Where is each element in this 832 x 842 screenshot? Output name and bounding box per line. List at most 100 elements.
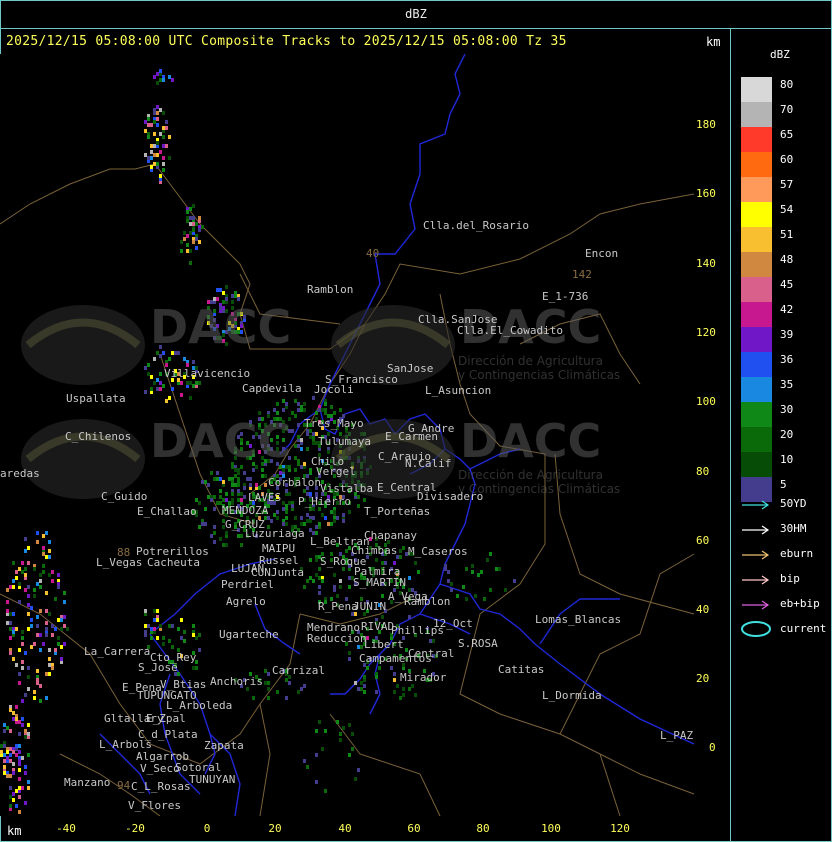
track-legend-item[interactable]: eburn (740, 547, 830, 561)
track-legend-item[interactable]: eb+bip (740, 597, 830, 611)
place-label[interactable]: Mirador (400, 671, 446, 684)
legend-label: 10 (780, 453, 794, 466)
place-label[interactable]: Tres_Mayo (304, 417, 364, 430)
place-label[interactable]: Tulumaya (318, 435, 371, 448)
echo-pixel (12, 750, 15, 754)
place-label[interactable]: 12_Oct (433, 617, 473, 630)
echo-pixel (9, 585, 12, 589)
place-label[interactable]: Anchoris (210, 675, 263, 688)
place-label[interactable]: LAVES (248, 491, 281, 504)
echo-pixel (225, 492, 228, 496)
place-label[interactable]: Capdevila (242, 382, 302, 395)
echo-pixel (354, 777, 357, 781)
track-legend-item[interactable]: bip (740, 572, 830, 586)
echo-pixel (18, 777, 21, 781)
place-label[interactable]: Ramblon (307, 283, 353, 296)
echo-pixel (183, 237, 186, 241)
place-label[interactable]: aredas (0, 467, 40, 480)
place-label[interactable]: SanJose (387, 362, 433, 375)
place-label[interactable]: E_1-736 (542, 290, 588, 303)
place-label[interactable]: Libert (364, 638, 404, 651)
place-label[interactable]: TUNUYAN (189, 773, 235, 786)
place-label[interactable]: Clla.El_Cowadito (457, 324, 563, 337)
place-label[interactable]: Agrelo (226, 595, 266, 608)
echo-pixel (348, 576, 351, 580)
place-label[interactable]: R_Pena (318, 600, 358, 613)
echo-pixel (180, 393, 183, 397)
place-label[interactable]: M_Caseros (408, 545, 468, 558)
place-label[interactable]: S_MARTIN (353, 576, 406, 589)
echo-pixel (282, 408, 285, 412)
echo-pixel (156, 162, 159, 166)
echo-pixel (234, 291, 237, 295)
place-label[interactable]: Clla.del_Rosario (423, 219, 529, 232)
place-label[interactable]: N.Calif (405, 457, 451, 470)
echo-pixel (276, 690, 279, 694)
echo-pixel (186, 210, 189, 214)
echo-pixel (288, 492, 291, 496)
echo-pixel (27, 786, 30, 790)
echo-pixel (306, 519, 309, 523)
place-label[interactable]: Chapanay (364, 529, 417, 542)
place-label[interactable]: Corbalon (268, 476, 321, 489)
place-label[interactable]: Villavicencio (164, 367, 250, 380)
echo-pixel (0, 750, 3, 754)
place-label[interactable]: P_Hierro (298, 495, 351, 508)
place-label[interactable]: C_Guido (101, 490, 147, 503)
place-label[interactable]: Cacheuta (147, 556, 200, 569)
place-label[interactable]: L_Dormida (542, 689, 602, 702)
track-legend-item[interactable]: 30HM (740, 522, 830, 536)
place-label[interactable]: Vergel (316, 465, 356, 478)
place-label[interactable]: V_Flores (128, 799, 181, 812)
place-label[interactable]: Reduccion (307, 632, 367, 645)
place-label[interactable]: E_Challao (137, 505, 197, 518)
echo-pixel (315, 558, 318, 562)
place-label[interactable]: Gltallary (104, 712, 164, 725)
place-label[interactable]: Zapata (204, 739, 244, 752)
echo-pixel (273, 408, 276, 412)
place-label[interactable]: L_Asuncion (425, 384, 491, 397)
y-tick: 60 (696, 534, 710, 547)
echo-pixel (57, 618, 60, 622)
place-label[interactable]: Encon (585, 247, 618, 260)
echo-pixel (183, 630, 186, 634)
place-label[interactable]: Vistalba (320, 482, 373, 495)
echo-pixel (150, 165, 153, 169)
echo-pixel (63, 615, 66, 619)
track-legend-item[interactable]: current (740, 621, 830, 637)
place-label[interactable]: S_Jose (138, 661, 178, 674)
y-tick: 140 (696, 257, 716, 270)
place-label[interactable]: Catitas (498, 663, 544, 676)
place-label[interactable]: MENDOZA (222, 504, 268, 517)
place-label[interactable]: Lomas_Blancas (535, 613, 621, 626)
place-label[interactable]: La_Carrera (84, 645, 150, 658)
place-label[interactable]: JUNIN (353, 600, 386, 613)
echo-pixel (21, 666, 24, 670)
echo-pixel (42, 642, 45, 646)
place-label[interactable]: L_PAZ (660, 729, 693, 742)
place-label[interactable]: E_Carmen (385, 430, 438, 443)
place-label[interactable]: Uspallata (66, 392, 126, 405)
place-label[interactable]: L_Arboleda (166, 699, 232, 712)
echo-pixel (303, 585, 306, 589)
track-legend-item[interactable]: 50YD (740, 497, 830, 511)
echo-pixel (48, 555, 51, 559)
place-label[interactable]: Divisadero (417, 490, 483, 503)
place-label[interactable]: Carrizal (272, 664, 325, 677)
place-label[interactable]: V_Seco (140, 762, 180, 775)
echo-pixel (357, 687, 360, 691)
place-label[interactable]: T_Porteñas (364, 505, 430, 518)
place-label[interactable]: Ramblon (404, 595, 450, 608)
place-label[interactable]: Luzuriaga (245, 527, 305, 540)
place-label[interactable]: Central (408, 647, 454, 660)
place-label[interactable]: Ugarteche (219, 628, 279, 641)
place-label[interactable]: L_Vegas (96, 556, 142, 569)
place-label[interactable]: Jocoli (314, 383, 354, 396)
place-label[interactable]: Perdriel (221, 578, 274, 591)
place-label[interactable]: Manzano (64, 776, 110, 789)
place-label[interactable]: C_L_Rosas (131, 780, 191, 793)
echo-pixel (63, 591, 66, 595)
place-label[interactable]: S.ROSA (458, 637, 498, 650)
place-label[interactable]: C_Chilenos (65, 430, 131, 443)
echo-pixel (171, 624, 174, 628)
